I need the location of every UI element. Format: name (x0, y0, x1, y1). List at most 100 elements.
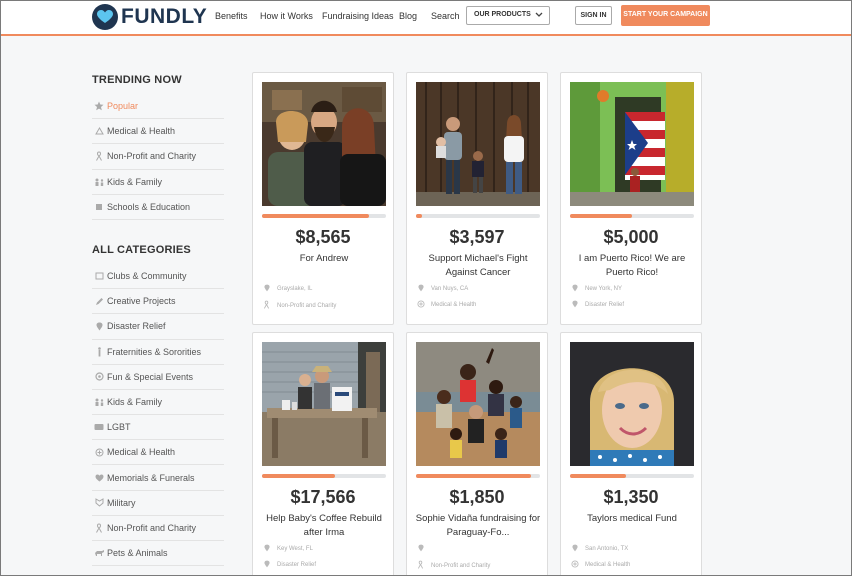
family-icon (92, 178, 106, 186)
event-icon (92, 372, 106, 381)
sidebar-item-label: Fraternities & Sororities (107, 346, 202, 357)
lgbt-icon (92, 423, 106, 431)
campaign-title[interactable]: Taylors medical Fund (567, 512, 697, 526)
campaign-title[interactable]: Support Michael's Fight Against Cancer (413, 252, 543, 279)
campaign-title[interactable]: For Andrew (259, 252, 389, 266)
sidebar-item-label: Kids & Family (107, 396, 163, 407)
pin-icon (262, 544, 271, 554)
category-text: Disaster Relief (585, 302, 625, 308)
pin-icon (262, 560, 271, 570)
sidebar-item-clubs[interactable]: Clubs & Community (92, 264, 224, 290)
category-text: Medical & Health (431, 302, 477, 308)
campaign-photo[interactable] (416, 342, 540, 466)
start-campaign-button[interactable]: START YOUR CAMPAIGN (621, 5, 710, 26)
our-products-dropdown[interactable]: OUR PRODUCTS (466, 6, 550, 25)
sidebar-item-kids-family-cat[interactable]: Kids & Family (92, 390, 224, 416)
paw-icon (92, 549, 106, 557)
campaign-category: Medical & Health (570, 560, 630, 570)
campaign-card[interactable]: $3,597 Support Michael's Fight Against C… (406, 72, 548, 325)
raised-amount: $1,850 (449, 487, 505, 507)
pencil-icon (92, 297, 106, 306)
medical-icon (92, 127, 106, 135)
sidebar-item-pets[interactable]: Pets & Animals (92, 541, 224, 567)
progress-fill (262, 214, 369, 218)
star-icon (92, 101, 106, 111)
sidebar-item-medical-cat[interactable]: Medical & Health (92, 440, 224, 466)
sidebar-item-label: Fun & Special Events (107, 371, 194, 382)
campaign-card[interactable]: $17,566 Help Baby's Coffee Rebuild after… (252, 332, 394, 576)
book-icon (92, 203, 106, 211)
sidebar-item-label: Kids & Family (107, 176, 163, 187)
sidebar-item-schools[interactable]: Schools & Education (92, 195, 224, 220)
sidebar-item-label: Popular (107, 101, 139, 112)
sidebar-item-disaster[interactable]: Disaster Relief (92, 314, 224, 340)
campaign-title[interactable]: Help Baby's Coffee Rebuild after Irma (259, 512, 389, 539)
campaign-photo[interactable] (570, 342, 694, 466)
campaign-card[interactable]: $1,350 Taylors medical Fund San Antonio,… (560, 332, 702, 576)
heart-logo-icon (92, 4, 118, 30)
nav-fundraising-ideas[interactable]: Fundraising Ideas (322, 11, 394, 21)
sidebar-item-military[interactable]: Military (92, 491, 224, 516)
progress-bar (262, 214, 386, 218)
trending-heading: TRENDING NOW (92, 74, 182, 86)
sidebar-item-popular[interactable]: Popular (92, 94, 224, 120)
sidebar-item-nonprofit-cat[interactable]: Non-Profit and Charity (92, 516, 224, 541)
sidebar-item-label: Clubs & Community (107, 271, 187, 282)
our-products-label: OUR PRODUCTS (474, 11, 531, 18)
progress-bar (570, 214, 694, 218)
nav-how-it-works[interactable]: How it Works (260, 11, 313, 21)
campaign-location: Van Nuys, CA (416, 284, 468, 294)
campaign-category: Disaster Relief (262, 560, 316, 570)
campaign-category: Disaster Relief (570, 300, 624, 310)
campaign-card[interactable]: $5,000 I am Puerto Rico! We are Puerto R… (560, 72, 702, 325)
progress-bar (262, 474, 386, 478)
sidebar-item-memorials[interactable]: Memorials & Funerals (92, 465, 224, 491)
sidebar-item-fraternities[interactable]: Fraternities & Sororities (92, 340, 224, 365)
sidebar-item-medical[interactable]: Medical & Health (92, 119, 224, 145)
campaign-title[interactable]: Sophie Vidaña fundraising for Paraguay-F… (413, 512, 543, 539)
sidebar-item-lgbt[interactable]: LGBT (92, 415, 224, 441)
campaign-card[interactable]: $1,850 Sophie Vidaña fundraising for Par… (406, 332, 548, 576)
pin-icon (570, 300, 579, 310)
sidebar-item-creative[interactable]: Creative Projects (92, 289, 224, 315)
medical-icon (92, 448, 106, 457)
torch-icon (92, 346, 106, 357)
campaign-photo[interactable] (262, 342, 386, 466)
campaign-photo[interactable] (416, 82, 540, 206)
progress-fill (570, 214, 632, 218)
sidebar-item-fun-events[interactable]: Fun & Special Events (92, 365, 224, 390)
site-header: FUNDLY Benefits How it Works Fundraising… (0, 0, 852, 36)
location-text: San Antonio, TX (585, 546, 629, 552)
sidebar-item-nonprofit[interactable]: Non-Profit and Charity (92, 144, 224, 170)
sidebar-item-label: Non-Profit and Charity (107, 151, 197, 162)
location-text: Van Nuys, CA (431, 286, 469, 292)
campaign-photo[interactable] (262, 82, 386, 206)
nav-search[interactable]: Search (431, 11, 460, 21)
raised-amount: $17,566 (290, 487, 356, 507)
progress-fill (570, 474, 626, 478)
progress-fill (416, 214, 423, 218)
category-text: Disaster Relief (277, 562, 317, 568)
sidebar-item-kids-family[interactable]: Kids & Family (92, 170, 224, 195)
trending-list: Popular Medical & Health Non-Profit and … (92, 94, 224, 220)
sidebar-item-label: Medical & Health (107, 447, 176, 458)
pin-icon (570, 544, 579, 554)
nav-benefits[interactable]: Benefits (215, 11, 248, 21)
campaign-card[interactable]: $8,565 For Andrew Grayslake, IL Non-Prof… (252, 72, 394, 325)
fundly-logo[interactable]: FUNDLY (92, 4, 207, 30)
campaign-category: Non-Profit and Charity (416, 560, 490, 571)
campaign-photo[interactable] (570, 82, 694, 206)
pin-icon (92, 322, 106, 331)
categories-list: Clubs & Community Creative Projects Disa… (92, 264, 224, 567)
campaign-location: New York, NY (570, 284, 622, 294)
campaign-location: Key West, FL (262, 544, 313, 554)
medical-icon (416, 300, 425, 310)
sign-in-button[interactable]: SIGN IN (575, 6, 612, 25)
heart-icon (92, 474, 106, 482)
location-text: Key West, FL (277, 546, 313, 552)
raised-amount: $5,000 (603, 227, 659, 247)
progress-fill (262, 474, 336, 478)
ribbon-icon (416, 560, 425, 571)
campaign-title[interactable]: I am Puerto Rico! We are Puerto Rico! (567, 252, 697, 279)
nav-blog[interactable]: Blog (399, 11, 417, 21)
